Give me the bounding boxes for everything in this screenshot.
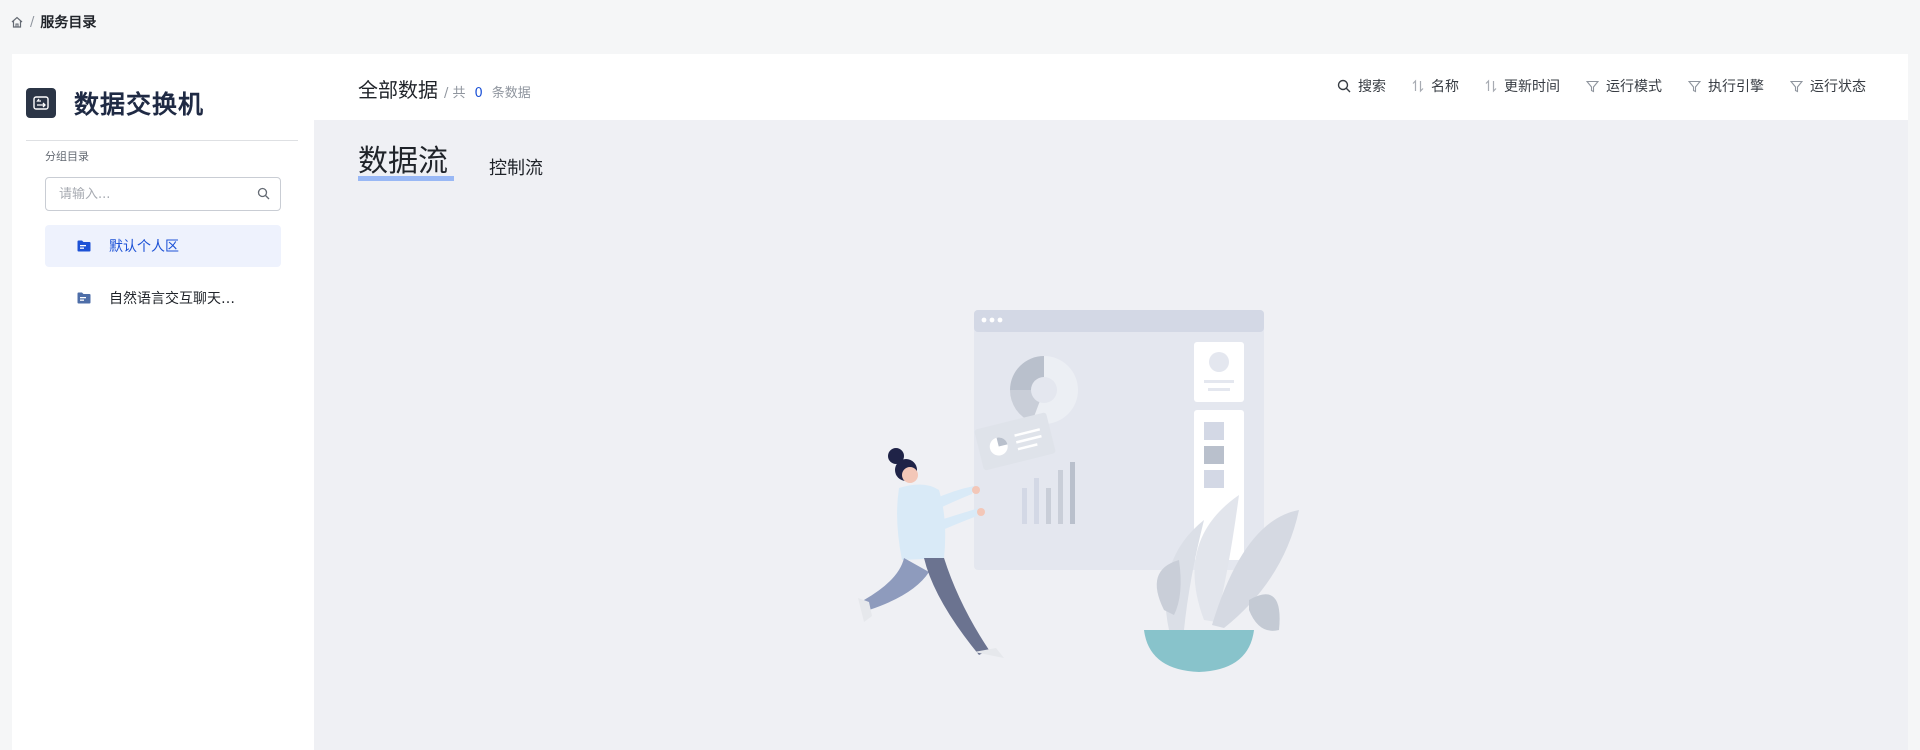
group-item-label: 默认个人区 xyxy=(109,239,179,255)
sort-name-label: 名称 xyxy=(1431,79,1459,95)
group-search-field[interactable] xyxy=(45,177,281,211)
title-area: 全部数据 / 共 0 条数据 xyxy=(358,74,531,103)
group-search-input[interactable] xyxy=(59,186,257,202)
filter-run-mode-label: 运行模式 xyxy=(1606,79,1662,95)
filter-run-mode-button[interactable]: 运行模式 xyxy=(1586,76,1662,96)
search-label: 搜索 xyxy=(1358,79,1386,95)
filter-icon xyxy=(1586,80,1599,93)
filter-engine-button[interactable]: 执行引擎 xyxy=(1688,76,1764,96)
sort-update-time-label: 更新时间 xyxy=(1504,79,1560,95)
search-button[interactable]: 搜索 xyxy=(1337,76,1386,96)
main-topbar: 全部数据 / 共 0 条数据 搜索 名称 更新时间 运行模式 执行引擎 运行状态 xyxy=(314,54,1908,120)
exchange-machine-icon xyxy=(26,88,56,118)
sort-icon xyxy=(1412,79,1424,93)
sort-icon xyxy=(1485,79,1497,93)
empty-state-illustration xyxy=(844,310,1404,714)
app-header: 数据交换机 xyxy=(26,84,204,122)
content-area: 数据流 控制流 xyxy=(314,120,1908,750)
active-tab-underline xyxy=(358,176,454,181)
sort-update-time-button[interactable]: 更新时间 xyxy=(1485,76,1560,96)
page-title: 全部数据 xyxy=(358,78,438,102)
filter-run-status-label: 运行状态 xyxy=(1810,79,1866,95)
tab-controlflow[interactable]: 控制流 xyxy=(489,154,543,180)
folder-icon xyxy=(77,292,91,304)
breadcrumb-separator: / xyxy=(30,14,35,30)
search-icon xyxy=(1337,79,1351,93)
filter-icon xyxy=(1688,80,1701,93)
count-prefix: / 共 xyxy=(444,86,466,101)
folder-icon xyxy=(77,240,91,252)
sort-name-button[interactable]: 名称 xyxy=(1412,76,1459,96)
filter-engine-label: 执行引擎 xyxy=(1708,79,1764,95)
group-item-default-personal[interactable]: 默认个人区 xyxy=(45,225,281,267)
sidebar-divider xyxy=(26,140,298,141)
breadcrumb-current[interactable]: 服务目录 xyxy=(40,12,96,32)
filter-icon xyxy=(1790,80,1803,93)
count-suffix: 条数据 xyxy=(491,86,531,101)
data-count: 0 xyxy=(474,86,483,101)
group-label: 分组目录 xyxy=(45,150,89,163)
breadcrumb: / 服务目录 xyxy=(10,12,96,32)
group-item-nlp-chat[interactable]: 自然语言交互聊天… xyxy=(45,277,281,319)
group-item-label: 自然语言交互聊天… xyxy=(109,291,235,307)
sidebar: 数据交换机 分组目录 默认个人区 自然语言交互聊天… xyxy=(12,54,314,750)
home-icon[interactable] xyxy=(10,15,24,29)
toolbar: 搜索 名称 更新时间 运行模式 执行引擎 运行状态 xyxy=(1337,76,1866,96)
app-title: 数据交换机 xyxy=(74,90,205,119)
filter-run-status-button[interactable]: 运行状态 xyxy=(1790,76,1866,96)
search-icon[interactable] xyxy=(257,185,270,204)
